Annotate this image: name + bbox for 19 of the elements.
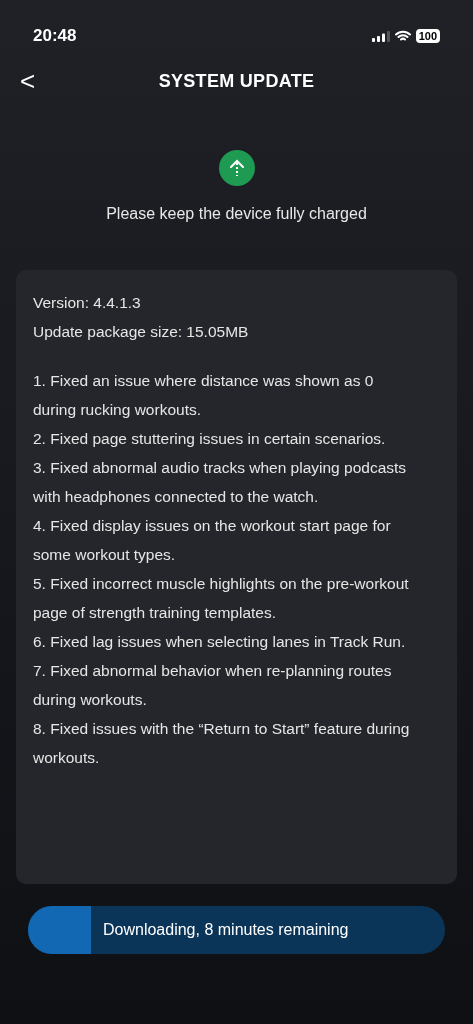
release-note: 7. Fixed abnormal behavior when re-planning routes during workouts.: [33, 661, 393, 710]
release-note: 8. Fixed issues with the “Return to Start” feature during workouts.: [33, 719, 411, 768]
signal-icon: [371, 30, 390, 42]
release-note: 5. Fixed incorrect muscle highlights on the pre-workout page of strength training templates.: [33, 574, 410, 623]
release-note: 3. Fixed abnormal audio tracks when playing podcasts with headphones connected to the watch.: [33, 458, 408, 507]
charge-notice: Please keep the device fully charged: [105, 204, 368, 224]
page-title: SYSTEM UPDATE: [158, 69, 315, 93]
release-note: 2. Fixed page stuttering issues in certain scenarios.: [33, 429, 387, 449]
package-size: Update package size: 15.05MB: [33, 322, 250, 342]
status-time: 20:48: [33, 25, 77, 48]
release-note: 4. Fixed display issues on the workout start page for some workout types.: [33, 516, 392, 565]
release-note: 6. Fixed lag issues when selecting lanes in Track Run.: [33, 632, 407, 652]
progress-label: Downloading, 8 minutes remaining: [103, 920, 349, 940]
release-note: 1. Fixed an issue where distance was shown as 0 during rucking workouts.: [33, 371, 375, 420]
wifi-icon: [394, 30, 411, 42]
battery-level: 100: [415, 29, 440, 43]
back-button[interactable]: <: [20, 68, 36, 94]
upload-icon: [218, 150, 255, 186]
version-text: Version: 4.4.1.3: [33, 293, 142, 313]
